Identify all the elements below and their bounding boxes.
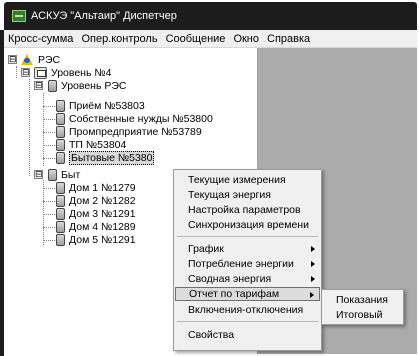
menu-item-properties[interactable]: Свойства: [175, 328, 320, 342]
context-menu: Текущие измерения Текущая энергия Настро…: [173, 169, 322, 351]
tree-line: [43, 132, 55, 133]
tree-node-meter[interactable]: ТП №53804: [56, 138, 126, 151]
tree-expander-level-res[interactable]: ⊟: [34, 81, 43, 90]
app-icon: [12, 10, 26, 22]
tree-line: [29, 79, 30, 176]
tree-node-meter[interactable]: Собственные нужды №53800: [56, 112, 213, 125]
database-icon: [48, 79, 57, 92]
submenu-item-summary[interactable]: Итоговый: [323, 308, 402, 322]
tree-node-house[interactable]: Дом 4 №1289: [56, 220, 136, 233]
tree-node-meter[interactable]: Промпредприятие №53789: [56, 125, 202, 138]
tree-expander-byt[interactable]: ⊟: [34, 170, 43, 179]
tree-expander-root[interactable]: ⊟: [8, 55, 17, 64]
database-icon: [56, 125, 65, 138]
database-icon: [56, 194, 65, 207]
tree-node-house[interactable]: Дом 5 №1291: [56, 233, 136, 246]
menu-item-current-measurements[interactable]: Текущие измерения: [175, 173, 320, 187]
tree-node-house[interactable]: Дом 1 №1279: [56, 181, 136, 194]
tree-line: [43, 201, 55, 202]
tree-line: [43, 145, 55, 146]
menu-item-energy-consumption[interactable]: Потребление энергии: [175, 257, 320, 271]
tariff-report-submenu: Показания Итоговый: [321, 289, 404, 325]
menu-cross-sum[interactable]: Кросс-сумма: [4, 33, 77, 45]
tree-node-level-res[interactable]: Уровень РЭС: [48, 79, 127, 92]
submenu-item-readings[interactable]: Показания: [323, 293, 402, 307]
tree-node-byt[interactable]: Быт: [48, 168, 80, 181]
tree-node-label: Дом 2 №1282: [69, 194, 136, 207]
tree-node-label: Собственные нужды №53800: [69, 112, 213, 125]
tree-node-house[interactable]: Дом 2 №1282: [56, 194, 136, 207]
tree-node-label: РЭС: [38, 53, 61, 66]
tree-node-meter-selected[interactable]: Бытовые №5380: [56, 150, 155, 165]
tree-line: [43, 240, 55, 241]
menu-separator: [177, 236, 318, 237]
submenu-arrow-icon: [311, 246, 315, 252]
tree-node-label: Приём №53803: [69, 99, 145, 112]
tree-node-meter[interactable]: Приём №53803: [56, 99, 145, 112]
menu-item-parameter-settings[interactable]: Настройка параметров: [175, 203, 320, 217]
tree-node-level4[interactable]: Уровень №4: [34, 66, 111, 79]
tree-line: [43, 158, 55, 159]
menu-item-chart[interactable]: График: [175, 242, 320, 256]
tree-node-label: Дом 1 №1279: [69, 181, 136, 194]
tree-node-label: Промпредприятие №53789: [69, 125, 202, 138]
submenu-arrow-icon: [310, 292, 314, 298]
database-icon: [56, 220, 65, 233]
menu-message[interactable]: Сообщение: [162, 33, 230, 45]
tree-node-label: Быт: [61, 168, 81, 181]
database-icon: [56, 138, 65, 151]
window-title: АСКУЭ "Альтаир" Диспетчер: [31, 10, 177, 22]
database-icon: [56, 151, 65, 164]
tree-node-house[interactable]: Дом 3 №1291: [56, 207, 136, 220]
level-icon: [34, 66, 47, 79]
menu-item-current-energy[interactable]: Текущая энергия: [175, 188, 320, 202]
menu-item-label: Потребление энергии: [188, 258, 294, 270]
tree-line: [43, 214, 55, 215]
tree-expander-level4[interactable]: ⊟: [21, 68, 30, 77]
menu-item-time-sync[interactable]: Синхронизация времени: [175, 218, 320, 232]
tree-line: [43, 188, 55, 189]
tree-node-label: Дом 4 №1289: [69, 220, 136, 233]
tree-line: [43, 227, 55, 228]
menu-separator: [177, 321, 318, 322]
menu-item-label: Отчет по тарифам: [189, 288, 280, 300]
menu-item-on-off-events[interactable]: Включения-отключения: [175, 303, 320, 317]
tree-node-label: ТП №53804: [69, 138, 127, 151]
menu-window[interactable]: Окно: [229, 33, 263, 45]
rc-icon: [20, 53, 34, 66]
tree-line: [43, 180, 44, 245]
menu-item-label: Сводная энергия: [188, 273, 272, 285]
menu-item-summary-energy[interactable]: Сводная энергия: [175, 272, 320, 286]
tree-line: [43, 93, 44, 166]
menu-item-tariff-report[interactable]: Отчет по тарифам: [175, 287, 320, 301]
database-icon: [48, 168, 57, 181]
database-icon: [56, 99, 65, 112]
database-icon: [56, 233, 65, 246]
database-icon: [56, 112, 65, 125]
menu-help[interactable]: Справка: [263, 33, 314, 45]
database-icon: [56, 181, 65, 194]
title-bar: АСКУЭ "Альтаир" Диспетчер: [4, 2, 417, 30]
tree-node-label: Бытовые №5380: [69, 150, 155, 165]
tree-node-res[interactable]: РЭС: [20, 53, 60, 66]
tree-line: [16, 66, 17, 78]
database-icon: [56, 207, 65, 220]
tree-node-label: Уровень №4: [51, 66, 112, 79]
tree-node-label: Дом 3 №1291: [69, 207, 136, 220]
menu-bar: Кросс-сумма Опер.контроль Сообщение Окно…: [4, 30, 417, 48]
tree-line: [43, 106, 55, 107]
menu-oper-control[interactable]: Опер.контроль: [77, 33, 161, 45]
tree-node-label: Уровень РЭС: [61, 79, 127, 92]
tree-line: [43, 119, 55, 120]
menu-item-label: График: [188, 243, 224, 255]
submenu-arrow-icon: [311, 261, 315, 267]
tree-node-label: Дом 5 №1291: [69, 233, 136, 246]
submenu-arrow-icon: [311, 276, 315, 282]
